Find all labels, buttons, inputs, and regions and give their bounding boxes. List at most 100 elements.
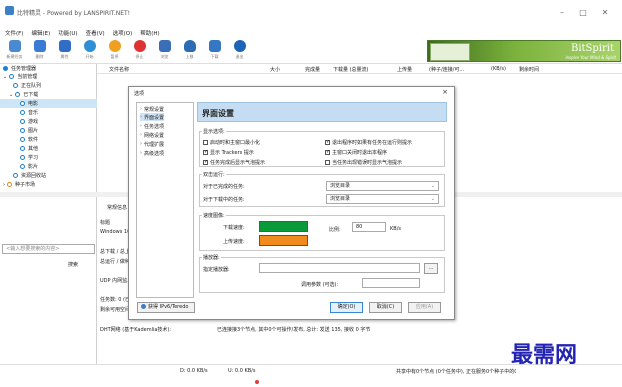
menu-file[interactable]: 文件(F) (5, 29, 23, 37)
nav-advanced[interactable]: › 高级选项 (140, 149, 164, 157)
dbl-done-select[interactable]: 浏览目录 ⌄ (326, 181, 439, 191)
check-error-bubble[interactable]: 当任务出现错误时显示气泡提示 (325, 159, 402, 166)
col-uploaded[interactable]: 上传量 (397, 66, 412, 73)
col-remaining[interactable]: 剩余时间 (519, 66, 539, 73)
stop-button[interactable]: 停止 (129, 39, 150, 63)
col-size[interactable]: 大小 (270, 66, 280, 73)
dbl-done-label: 对于已完成的任务: (203, 184, 245, 190)
nav-proxy[interactable]: › 代理扩展 (140, 140, 164, 148)
sidebar-item-torrent-market[interactable]: › 种子市场 (0, 180, 97, 189)
col-filename[interactable]: 文件名称 (109, 66, 129, 73)
properties-button[interactable]: 属性 (54, 39, 75, 63)
download-button[interactable]: 下载 (204, 39, 225, 63)
params-label: 调用参数 (可选): (301, 282, 339, 288)
params-input[interactable] (362, 278, 420, 288)
check-minimize-start[interactable]: 启动时和主窗口最小化 (203, 139, 260, 146)
properties-icon (58, 39, 71, 52)
brand-slogan: Inspire Your Mind & Spirit (565, 55, 616, 60)
info-running: 总运行 / 做种 (100, 259, 130, 265)
sidebar-hscroll[interactable] (0, 192, 97, 197)
sidebar-item-queue[interactable]: 正在队列 (0, 81, 97, 90)
menu-help[interactable]: 帮助(H) (140, 29, 159, 37)
share-status: 共享中有0个节点 (0个任务中), 正在服务0个种子中的0个种子 (396, 369, 516, 375)
nav-task[interactable]: › 任务选项 (140, 122, 164, 130)
market-icon (7, 182, 12, 187)
info-tab-label[interactable]: 常规信息 (107, 204, 127, 211)
category-icon (20, 164, 25, 169)
check-close-exit[interactable]: 主窗口关闭时退出本程序 (325, 149, 387, 156)
sidebar: 任务管理器 ⌄ 当前管理 正在队列 ⌄ 已下载 电影 音乐 游戏 图片 软件 其他 … (0, 64, 97, 364)
category-icon (20, 128, 25, 133)
title-bar: 比特精灵 - Powered by LANSPIRIT.NET! – □ ✕ (0, 0, 622, 28)
sidebar-search-button[interactable]: 搜索 (68, 261, 78, 268)
ok-button[interactable]: 确定(O) (330, 302, 363, 313)
dl-color-swatch[interactable] (259, 221, 308, 232)
col-downloaded[interactable]: 下载量 (总量流) (333, 66, 369, 73)
start-button[interactable]: 开始 (79, 39, 100, 63)
sidebar-item-study[interactable]: 学习 (0, 153, 97, 162)
player-path-input[interactable] (259, 263, 420, 273)
dialog-title: 选项 (134, 91, 145, 97)
category-icon (20, 146, 25, 151)
col-seeds[interactable]: (种子/连接/可... (429, 66, 464, 73)
sidebar-item-downloaded[interactable]: ⌄ 已下载 (0, 90, 97, 99)
dbl-running-select[interactable]: 浏览目录 ⌄ (326, 194, 439, 204)
queue-icon (13, 83, 18, 88)
nav-network[interactable]: › 网络设置 (140, 131, 164, 139)
browse-button[interactable]: 浏览 (154, 39, 175, 63)
sidebar-item-video[interactable]: 影片 (0, 162, 97, 171)
delete-button[interactable]: 删除 (29, 39, 50, 63)
check-done-bubble[interactable]: 任务完成后显示气泡提示 (203, 159, 265, 166)
record-dot-icon (255, 380, 259, 384)
ipv6-icon (141, 304, 146, 309)
check-exit-prompt[interactable]: 退出程序时如果有任务在运行则提示 (325, 139, 412, 146)
sidebar-item-software[interactable]: 软件 (0, 135, 97, 144)
task-manager-icon (3, 66, 8, 71)
sidebar-search-input[interactable]: <输入想要搜索的内容> (2, 244, 95, 254)
close-window-button[interactable]: ✕ (598, 6, 612, 20)
ipv6-button[interactable]: 获得 IPv6/Teredo (137, 302, 195, 313)
menu-view[interactable]: 查看(V) (86, 29, 105, 37)
nav-general[interactable]: › 常规设置 (140, 105, 164, 113)
minimize-button[interactable]: – (555, 6, 569, 20)
speed-color-group (199, 215, 445, 251)
menu-function[interactable]: 功能(U) (58, 29, 77, 37)
dht-label: DHT网络 (基于Kademlia技术): (100, 327, 172, 333)
menu-edit[interactable]: 编辑(E) (31, 29, 50, 37)
brand-banner: BitSpirit Inspire Your Mind & Spirit (427, 40, 621, 62)
sidebar-item-recycle[interactable]: 资源回收站 (0, 171, 97, 180)
check-trackers[interactable]: 显示 Trackers 提示 (203, 149, 254, 156)
dbl-running-label: 对于下载中的任务: (203, 197, 245, 203)
options-nav: › 常规设置 › 界面设置 › 任务选项 › 网络设置 › 代理扩展 › 高级选项 (136, 102, 194, 298)
recycle-icon (13, 173, 18, 178)
sidebar-item-music[interactable]: 音乐 (0, 108, 97, 117)
sidebar-item-movies[interactable]: 电影 (0, 99, 97, 108)
maximize-button[interactable]: □ (576, 6, 590, 20)
col-speed[interactable]: (KB/s) (491, 66, 506, 72)
cancel-button[interactable]: 取消(C) (369, 302, 402, 313)
nav-interface[interactable]: › 界面设置 (140, 113, 165, 121)
checkbox (203, 140, 208, 145)
category-icon (20, 110, 25, 115)
folder-icon (15, 92, 21, 97)
sidebar-item-games[interactable]: 游戏 (0, 117, 97, 126)
ul-color-swatch[interactable] (259, 235, 308, 246)
new-task-button[interactable]: 新建任务 (4, 39, 25, 63)
banner-search-box[interactable] (430, 43, 470, 61)
scale-unit: KB/s (390, 226, 401, 232)
move-up-button[interactable]: 上移 (179, 39, 200, 63)
menu-options[interactable]: 选项(O) (113, 29, 133, 37)
menu-bar: 文件(F) 编辑(E) 功能(U) 查看(V) 选项(O) 帮助(H) (0, 28, 622, 38)
pause-button[interactable]: 暂停 (104, 39, 125, 63)
dialog-close-button[interactable]: × (442, 88, 448, 96)
scale-input[interactable]: 80 (352, 222, 386, 232)
new-task-icon (8, 39, 21, 52)
browse-player-button[interactable]: ... (424, 263, 438, 274)
exit-button[interactable]: 退出 (229, 39, 250, 63)
lightbulb-icon (183, 39, 196, 52)
sidebar-item-other[interactable]: 其他 (0, 144, 97, 153)
apply-button[interactable]: 应用(A) (408, 302, 441, 313)
sidebar-item-current[interactable]: ⌄ 当前管理 (0, 72, 97, 81)
col-completed[interactable]: 完成量 (305, 66, 320, 73)
sidebar-item-pictures[interactable]: 图片 (0, 126, 97, 135)
